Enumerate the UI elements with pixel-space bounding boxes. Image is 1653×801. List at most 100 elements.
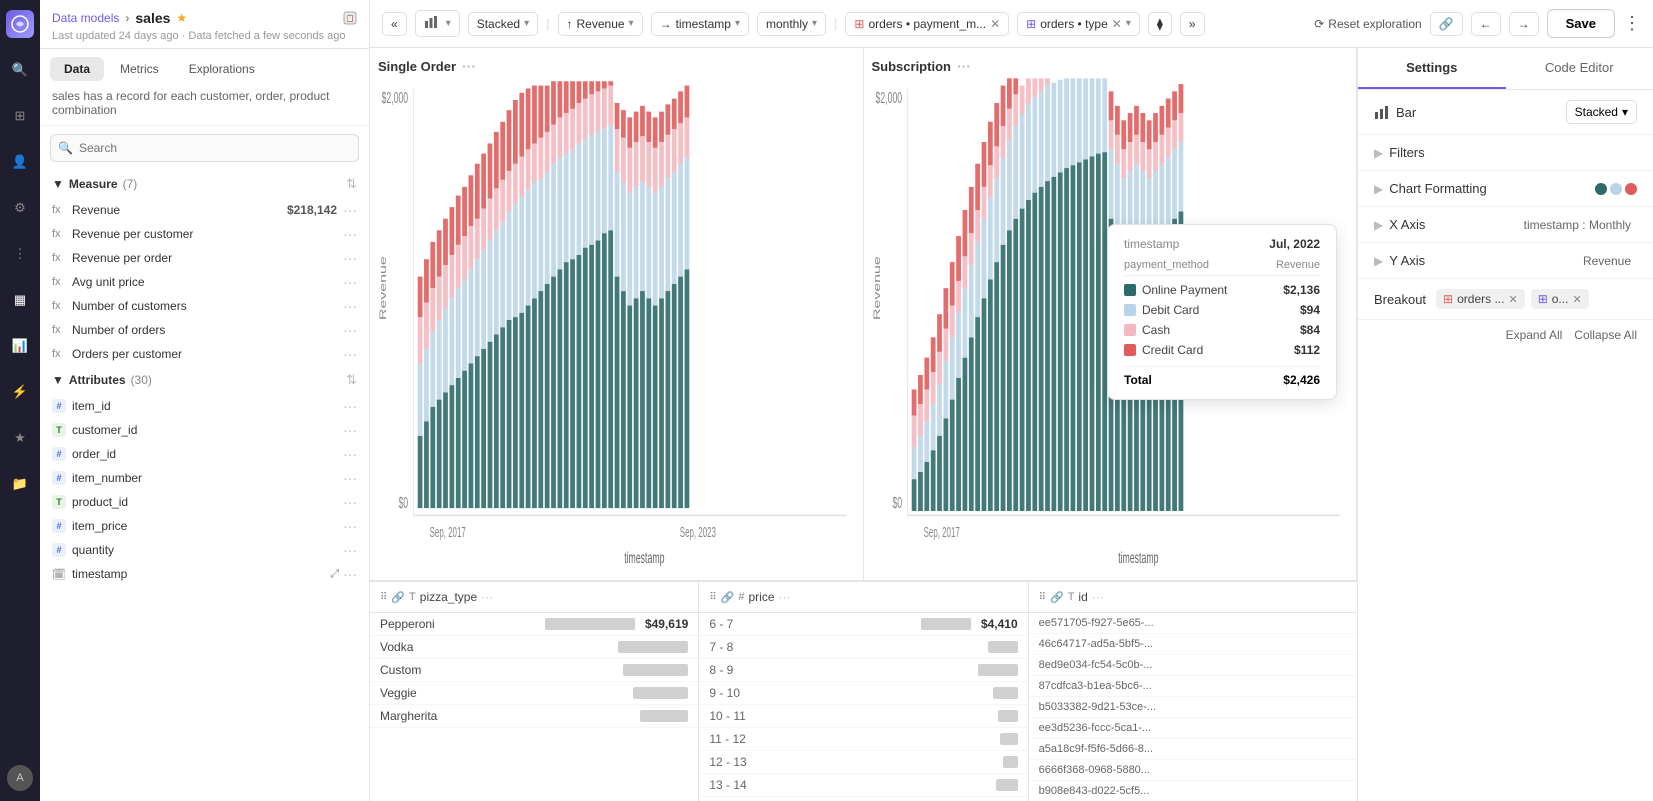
nav-folder-icon[interactable]: 📁 [6, 470, 34, 498]
field-more-icon[interactable]: ··· [343, 470, 357, 486]
tab-settings[interactable]: Settings [1358, 48, 1506, 89]
dimension-button[interactable]: → timestamp ▾ [651, 12, 749, 36]
chevron-down-icon: ▾ [629, 18, 634, 29]
nav-grid-icon[interactable]: ⊞ [6, 102, 34, 130]
chart-svg-wrap-1: $2,000 $0 Revenue Sep, 2017 Sep, 2023 ti… [378, 74, 855, 566]
field-number-orders[interactable]: fx Number of orders ··· [48, 318, 361, 342]
field-timestamp[interactable]: 🗓 timestamp ⤢ ··· [48, 562, 361, 586]
color-dot-teal [1595, 183, 1607, 195]
nav-star-icon[interactable]: ★ [6, 424, 34, 452]
field-revenue-per-order[interactable]: fx Revenue per order ··· [48, 246, 361, 270]
field-customer-id[interactable]: T customer_id ··· [48, 418, 361, 442]
field-more-icon[interactable]: ··· [343, 422, 357, 438]
tooltip-method: Online Payment [1124, 283, 1227, 297]
field-more-icon[interactable]: ··· [343, 322, 357, 338]
undo-button[interactable]: ← [1471, 12, 1501, 36]
star-icon[interactable]: ★ [176, 11, 187, 25]
field-name: Orders per customer [72, 347, 182, 361]
field-more-icon[interactable]: ··· [343, 202, 357, 218]
field-more-icon[interactable]: ··· [343, 446, 357, 462]
reset-exploration-button[interactable]: ⟳ Reset exploration [1314, 17, 1421, 31]
collapse-left-button[interactable]: « [382, 12, 407, 36]
field-number-customers[interactable]: fx Number of customers ··· [48, 294, 361, 318]
search-input[interactable] [50, 134, 359, 162]
link-icon: 🔗 [1439, 17, 1454, 31]
tab-metrics[interactable]: Metrics [106, 57, 173, 81]
stacking-select[interactable]: Stacked ▾ [1566, 100, 1637, 124]
field-type-icon: fx [52, 348, 66, 360]
more-filters-button[interactable]: ⧫ [1148, 12, 1172, 36]
breakout1-close-icon[interactable]: ✕ [1508, 293, 1517, 306]
col-more-icon[interactable]: ··· [779, 590, 791, 604]
tab-data[interactable]: Data [50, 57, 104, 81]
breakout2-close[interactable]: ✕ [1112, 17, 1122, 31]
field-name: order_id [72, 447, 116, 461]
breakout2-close-icon[interactable]: ✕ [1572, 293, 1581, 306]
field-item-price[interactable]: # item_price ··· [48, 514, 361, 538]
svg-text:timestamp: timestamp [1118, 548, 1158, 566]
measure-section-header[interactable]: ▼ Measure (7) ⇅ [48, 170, 361, 198]
chart-type-button[interactable]: ▾ [415, 10, 460, 37]
field-quantity[interactable]: # quantity ··· [48, 538, 361, 562]
nav-chart-icon[interactable]: 📊 [6, 332, 34, 360]
more-options-button[interactable]: ⋮ [1623, 13, 1641, 34]
field-revenue-per-customer[interactable]: fx Revenue per customer ··· [48, 222, 361, 246]
field-order-id[interactable]: # order_id ··· [48, 442, 361, 466]
col-more-icon[interactable]: ··· [481, 590, 493, 604]
field-more-icon[interactable]: ··· [343, 346, 357, 362]
breakout2-button[interactable]: ⊞ orders • type ✕ ▾ [1017, 12, 1140, 36]
expand-right-button[interactable]: » [1180, 12, 1205, 36]
measure-button[interactable]: ↑ Revenue ▾ [558, 12, 643, 36]
x-axis-row[interactable]: ▶ X Axis timestamp : Monthly [1358, 207, 1653, 243]
collapse-all-button[interactable]: Collapse All [1574, 328, 1637, 342]
field-more-icon[interactable]: ··· [343, 566, 357, 582]
chart-more-icon[interactable]: ··· [462, 58, 476, 74]
field-item-id[interactable]: # item_id ··· [48, 394, 361, 418]
redo-button[interactable]: → [1509, 12, 1539, 36]
field-avg-unit-price[interactable]: fx Avg unit price ··· [48, 270, 361, 294]
nav-more-icon[interactable]: ⋮ [6, 240, 34, 268]
nav-settings-icon[interactable]: ⚙ [6, 194, 34, 222]
measure-sort-icon[interactable]: ⇅ [346, 176, 357, 192]
row-range: 7 - 8 [709, 640, 733, 654]
nav-users-icon[interactable]: 👤 [6, 148, 34, 176]
breakout1-button[interactable]: ⊞ orders • payment_m... ✕ [845, 12, 1009, 36]
chart-formatting-row[interactable]: ▶ Chart Formatting [1358, 171, 1653, 207]
nav-search-icon[interactable]: 🔍 [6, 56, 34, 84]
field-more-icon[interactable]: ··· [343, 226, 357, 242]
field-more-icon[interactable]: ··· [343, 250, 357, 266]
expand-icon[interactable]: ⤢ [330, 568, 339, 581]
nav-query-icon[interactable]: ⚡ [6, 378, 34, 406]
field-more-icon[interactable]: ··· [343, 298, 357, 314]
link-button[interactable]: 🔗 [1430, 12, 1463, 36]
field-orders-per-customer[interactable]: fx Orders per customer ··· [48, 342, 361, 366]
svg-text:$2,000: $2,000 [381, 88, 408, 107]
expand-collapse-row: Expand All Collapse All [1358, 320, 1653, 350]
field-more-icon[interactable]: ··· [343, 518, 357, 534]
save-button[interactable]: Save [1547, 9, 1615, 38]
tab-explorations[interactable]: Explorations [175, 57, 269, 81]
nav-table-icon[interactable]: ▦ [6, 286, 34, 314]
breakout1-close[interactable]: ✕ [990, 17, 1000, 31]
field-revenue[interactable]: fx Revenue $218,142 ··· [48, 198, 361, 222]
granularity-button[interactable]: monthly ▾ [757, 12, 826, 36]
col-more-icon[interactable]: ··· [1092, 590, 1104, 604]
stacking-button[interactable]: Stacked ▾ [468, 12, 538, 36]
attributes-section-header[interactable]: ▼ Attributes (30) ⇅ [48, 366, 361, 394]
expand-all-button[interactable]: Expand All [1506, 328, 1563, 342]
tab-code-editor[interactable]: Code Editor [1506, 48, 1653, 89]
user-avatar[interactable]: A [7, 765, 33, 791]
attributes-sort-icon[interactable]: ⇅ [346, 372, 357, 388]
y-axis-row[interactable]: ▶ Y Axis Revenue [1358, 243, 1653, 279]
bar-chart-icon [424, 15, 438, 32]
field-more-icon[interactable]: ··· [343, 274, 357, 290]
filters-section-row[interactable]: ▶ Filters [1358, 135, 1653, 171]
field-more-icon[interactable]: ··· [343, 398, 357, 414]
field-product-id[interactable]: T product_id ··· [48, 490, 361, 514]
field-item-number[interactable]: # item_number ··· [48, 466, 361, 490]
chart-more-icon-2[interactable]: ··· [957, 58, 971, 74]
breadcrumb-parent[interactable]: Data models [52, 11, 119, 25]
model-icon[interactable]: 📋 [343, 11, 357, 25]
field-more-icon[interactable]: ··· [343, 542, 357, 558]
field-more-icon[interactable]: ··· [343, 494, 357, 510]
